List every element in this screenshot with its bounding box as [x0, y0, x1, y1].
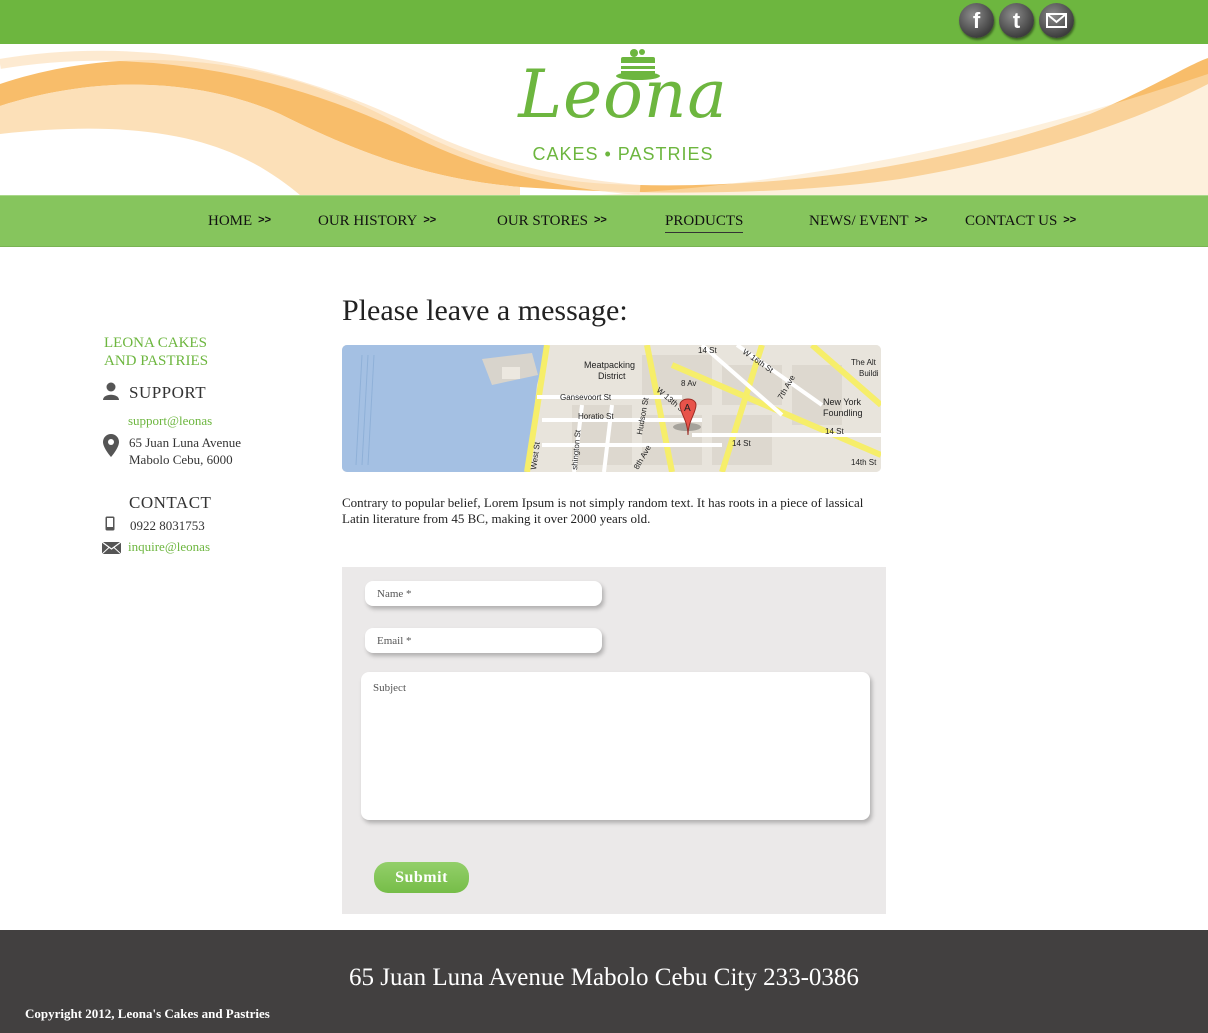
location-pin-icon [103, 434, 119, 457]
map-label: Foundling [823, 408, 863, 418]
inquire-email-link[interactable]: inquire@leonas [128, 539, 210, 555]
address-line1: 65 Juan Luna Avenue [129, 435, 242, 450]
footer-address: 65 Juan Luna Avenue Mabolo Cebu City 233… [349, 964, 859, 991]
nav-arrow: >> [594, 214, 607, 226]
support-heading: SUPPORT [129, 383, 207, 402]
sidebar-title-line2: AND PASTRIES [104, 353, 209, 369]
nav-label: CONTACT US [965, 213, 1058, 229]
nav-item-our-stores[interactable]: OUR STORES >> [497, 213, 607, 230]
subject-textarea[interactable] [361, 672, 870, 820]
facebook-letter: f [972, 8, 981, 33]
map-label: New York [823, 397, 862, 407]
contact-heading: CONTACT [129, 493, 212, 512]
nav-item-news-event[interactable]: NEWS/ EVENT >> [809, 213, 927, 230]
nav-label: NEWS/ EVENT [809, 213, 909, 229]
map-label: 14 St [825, 427, 844, 436]
nav-item-contact-us[interactable]: CONTACT US >> [965, 213, 1076, 230]
sidebar-title: LEONA CAKES AND PASTRIES [104, 334, 208, 370]
sidebar-title-line1: LEONA CAKES [104, 335, 207, 351]
map-label: Gansevoort St [560, 393, 612, 402]
envelope-icon [102, 542, 121, 554]
map-label: 14th St [851, 458, 877, 467]
nav-label: OUR HISTORY [318, 213, 418, 229]
leona-logo[interactable]: Leona CAKES • PASTRIES [508, 46, 738, 176]
nav-label: PRODUCTS [665, 213, 744, 233]
map-label: 14 St [732, 439, 751, 448]
nav-arrow: >> [258, 214, 272, 226]
email-input[interactable] [365, 628, 602, 653]
facebook-icon[interactable]: f [959, 3, 994, 38]
location-map[interactable]: Meatpacking District Gansevoort St Horat… [342, 345, 881, 472]
mail-icon[interactable] [1039, 3, 1074, 38]
brand-name: Leona [518, 56, 728, 133]
intro-paragraph: Contrary to popular belief, Lorem Ipsum … [342, 495, 864, 526]
nav-arrow: >> [914, 214, 928, 226]
person-icon [103, 382, 119, 400]
sidebar-phone: 0922 8031753 [130, 518, 205, 533]
address-line2: Mabolo Cebu, 6000 [129, 452, 233, 467]
top-bar: f t [0, 0, 1208, 44]
twitter-letter: t [1012, 8, 1021, 33]
nav-item-home[interactable]: HOME >> [208, 213, 271, 230]
page-title: Please leave a message: [342, 294, 628, 327]
nav-label: OUR STORES [497, 213, 588, 229]
name-input[interactable] [365, 581, 602, 606]
envelope-glyph [1046, 13, 1067, 28]
main-nav: HOME >> OUR HISTORY >> OUR STORES >> PRODUC… [0, 195, 1208, 247]
twitter-icon[interactable]: t [999, 3, 1034, 38]
map-label: 14 St [698, 346, 717, 355]
map-label: Horatio St [578, 412, 614, 421]
marker-letter: A [684, 403, 691, 414]
sidebar-address: 65 Juan Luna Avenue Mabolo Cebu, 6000 [129, 434, 241, 468]
map-label: The Alt [851, 358, 877, 367]
nav-item-products[interactable]: PRODUCTS [665, 213, 744, 233]
map-label: District [598, 371, 626, 381]
support-email-link[interactable]: support@leonas [128, 413, 212, 429]
footer-copyright: Copyright 2012, Leona's Cakes and Pastri… [25, 1006, 270, 1021]
submit-button[interactable]: Submit [374, 862, 469, 893]
nav-arrow: >> [1063, 214, 1077, 226]
nav-item-our-history[interactable]: OUR HISTORY >> [318, 213, 436, 230]
nav-label: HOME [208, 213, 253, 229]
map-graphic: Meatpacking District Gansevoort St Horat… [342, 345, 881, 472]
mobile-phone-icon [105, 516, 115, 531]
brand-tagline: CAKES • PASTRIES [532, 144, 714, 164]
nav-arrow: >> [423, 214, 437, 226]
map-label: 8 Av [681, 379, 696, 388]
header-banner: Leona CAKES • PASTRIES [0, 44, 1208, 195]
map-label: Buildi [859, 369, 879, 378]
map-label: Meatpacking [584, 360, 635, 370]
